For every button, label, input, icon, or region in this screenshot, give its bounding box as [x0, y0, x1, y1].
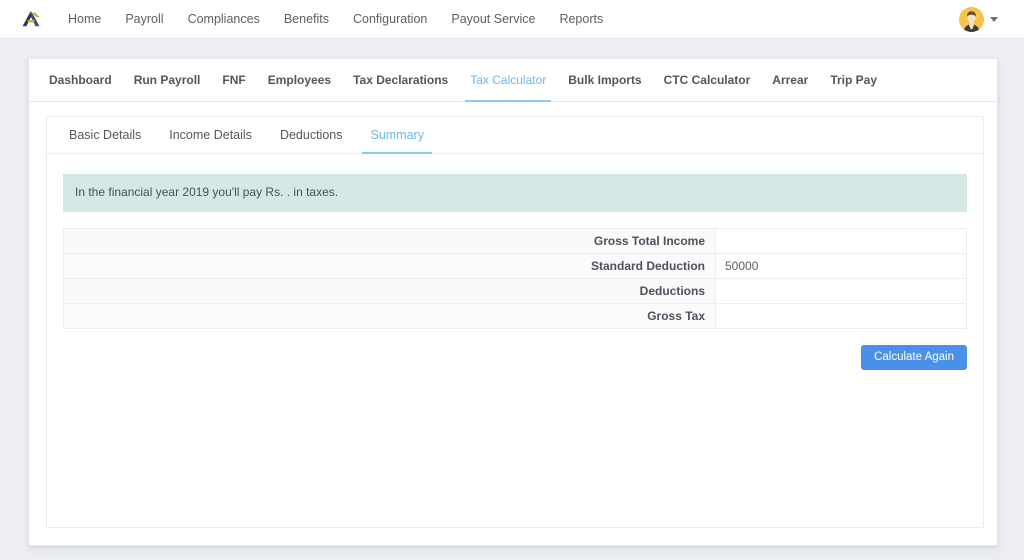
tab-tax-declarations[interactable]: Tax Declarations [342, 59, 459, 101]
company-a-logo-icon [21, 9, 41, 29]
user-avatar-icon[interactable] [959, 6, 984, 32]
main-nav: Home Payroll Compliances Benefits Config… [64, 0, 615, 38]
tax-calculator-tab-bar: Basic Details Income Details Deductions … [47, 117, 983, 154]
nav-item-compliances[interactable]: Compliances [176, 0, 272, 38]
page-card: Dashboard Run Payroll FNF Employees Tax … [28, 58, 998, 546]
nav-item-configuration[interactable]: Configuration [341, 0, 439, 38]
table-row: Gross Total Income [63, 228, 967, 254]
tab-arrear[interactable]: Arrear [761, 59, 819, 101]
tab-trip-pay[interactable]: Trip Pay [819, 59, 888, 101]
summary-actions: Calculate Again [63, 329, 967, 371]
row-value-deductions [715, 278, 967, 304]
top-navigation-bar: Home Payroll Compliances Benefits Config… [0, 0, 1024, 39]
module-tab-bar: Dashboard Run Payroll FNF Employees Tax … [29, 59, 997, 102]
row-value-gross-total-income [715, 228, 967, 254]
row-label-standard-deduction: Standard Deduction [63, 253, 716, 279]
tab-bulk-imports[interactable]: Bulk Imports [557, 59, 652, 101]
nav-item-payroll[interactable]: Payroll [113, 0, 175, 38]
tax-summary-notice: In the financial year 2019 you'll pay Rs… [63, 174, 967, 212]
summary-panel-body: In the financial year 2019 you'll pay Rs… [47, 154, 983, 371]
nav-item-benefits[interactable]: Benefits [272, 0, 341, 38]
tax-calculator-panel: Basic Details Income Details Deductions … [46, 116, 984, 528]
row-value-gross-tax [715, 303, 967, 329]
tab-deductions[interactable]: Deductions [266, 117, 357, 153]
calculate-again-button[interactable]: Calculate Again [861, 344, 967, 371]
tab-dashboard[interactable]: Dashboard [38, 59, 123, 101]
nav-item-reports[interactable]: Reports [547, 0, 615, 38]
user-menu[interactable] [959, 6, 1024, 32]
tab-ctc-calculator[interactable]: CTC Calculator [653, 59, 762, 101]
tab-income-details[interactable]: Income Details [155, 117, 266, 153]
tab-run-payroll[interactable]: Run Payroll [123, 59, 212, 101]
row-label-deductions: Deductions [63, 278, 716, 304]
tab-summary[interactable]: Summary [356, 117, 437, 154]
app-logo[interactable] [0, 9, 47, 29]
table-row: Standard Deduction 50000 [63, 253, 967, 279]
tab-basic-details[interactable]: Basic Details [55, 117, 155, 153]
row-label-gross-tax: Gross Tax [63, 303, 716, 329]
tab-employees[interactable]: Employees [257, 59, 342, 101]
chevron-down-icon[interactable] [990, 16, 998, 22]
nav-item-home[interactable]: Home [64, 0, 113, 38]
row-value-standard-deduction: 50000 [715, 253, 967, 279]
table-row: Deductions [63, 278, 967, 304]
tab-tax-calculator[interactable]: Tax Calculator [459, 59, 557, 102]
row-label-gross-total-income: Gross Total Income [63, 228, 716, 254]
tab-fnf[interactable]: FNF [211, 59, 256, 101]
table-row: Gross Tax [63, 303, 967, 329]
tax-summary-table: Gross Total Income Standard Deduction 50… [63, 227, 967, 329]
nav-item-payout-service[interactable]: Payout Service [439, 0, 547, 38]
